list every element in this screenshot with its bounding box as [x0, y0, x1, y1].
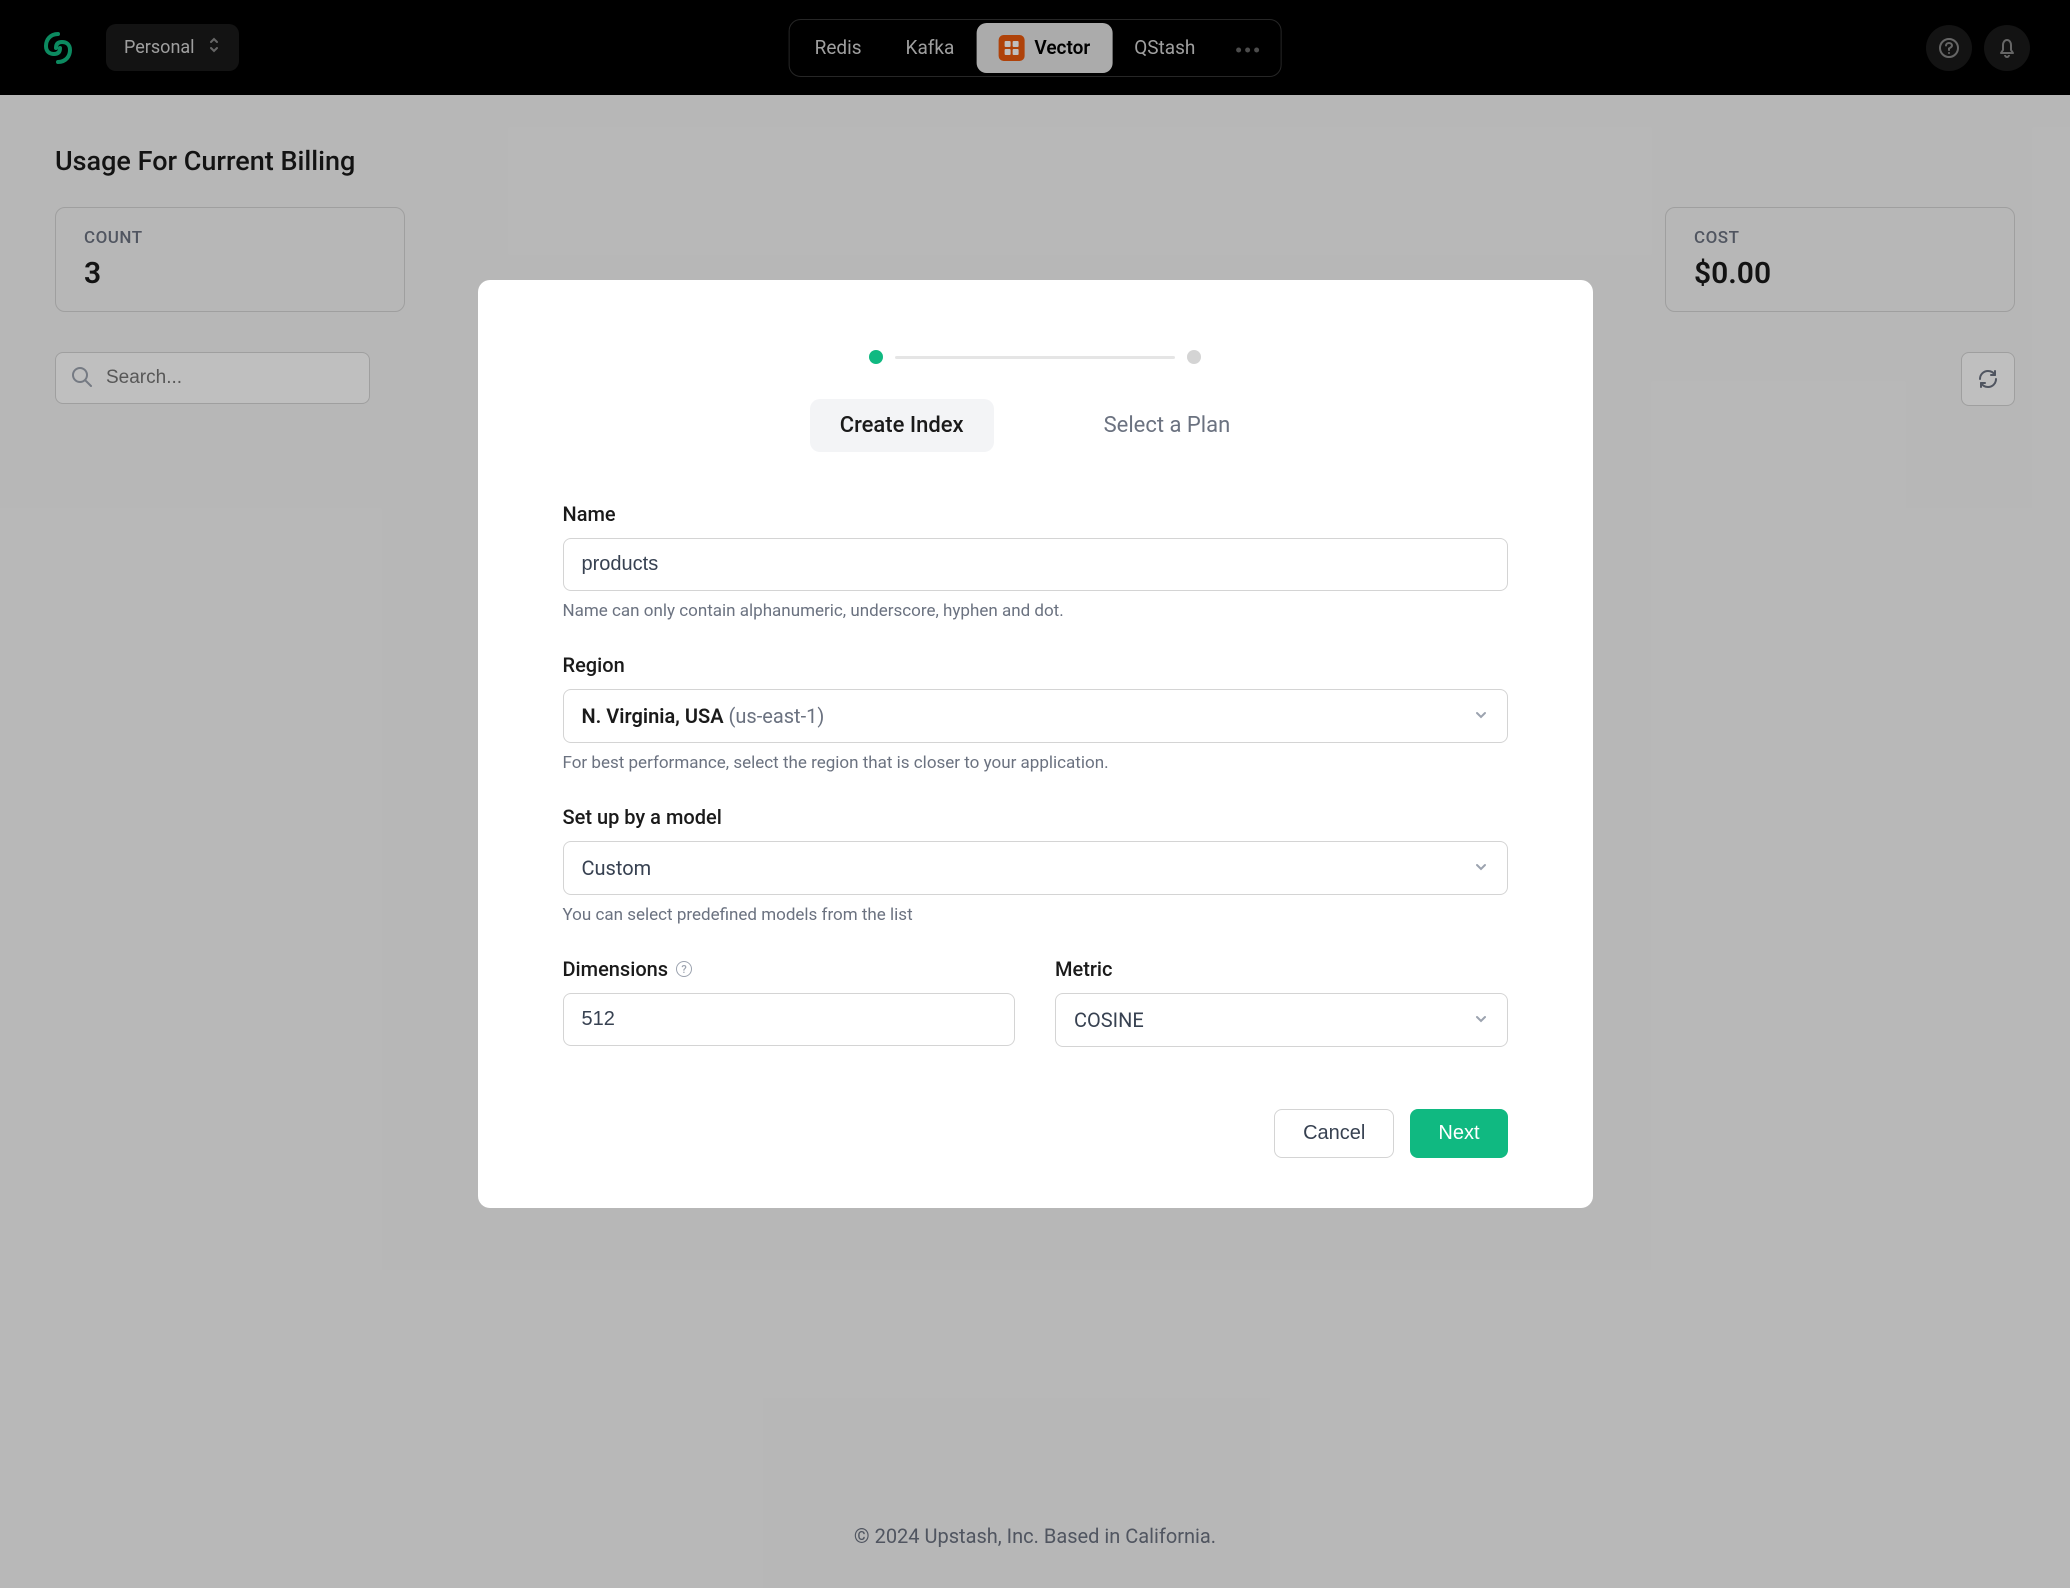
region-label: Region: [563, 653, 1508, 677]
step-labels: Create Index Select a Plan: [563, 399, 1508, 452]
step-create-index[interactable]: Create Index: [810, 399, 994, 452]
chevron-down-icon: [1473, 704, 1489, 728]
region-group: Region N. Virginia, USA (us-east-1) For …: [563, 653, 1508, 773]
step-line: [895, 356, 1175, 359]
next-button[interactable]: Next: [1410, 1109, 1507, 1158]
model-value: Custom: [582, 856, 652, 880]
metric-select[interactable]: COSINE: [1055, 993, 1508, 1047]
model-hint: You can select predefined models from th…: [563, 905, 1508, 925]
dimensions-group: Dimensions ?: [563, 957, 1016, 1047]
step-indicator: [563, 350, 1508, 364]
region-hint: For best performance, select the region …: [563, 753, 1508, 773]
step-dot-2: [1187, 350, 1201, 364]
dim-metric-row: Dimensions ? Metric COSINE: [563, 957, 1508, 1079]
region-name: N. Virginia, USA: [582, 704, 724, 728]
name-label: Name: [563, 502, 1508, 526]
create-index-modal: Create Index Select a Plan Name Name can…: [478, 280, 1593, 1208]
region-select[interactable]: N. Virginia, USA (us-east-1): [563, 689, 1508, 743]
dimensions-label: Dimensions ?: [563, 957, 1016, 981]
chevron-down-icon: [1473, 1008, 1489, 1032]
metric-value: COSINE: [1074, 1008, 1144, 1032]
name-input[interactable]: [563, 538, 1508, 591]
metric-label: Metric: [1055, 957, 1508, 981]
step-select-plan[interactable]: Select a Plan: [1074, 399, 1261, 452]
model-label: Set up by a model: [563, 805, 1508, 829]
help-icon[interactable]: ?: [676, 961, 692, 977]
model-group: Set up by a model Custom You can select …: [563, 805, 1508, 925]
metric-group: Metric COSINE: [1055, 957, 1508, 1047]
dimensions-input[interactable]: [563, 993, 1016, 1046]
chevron-down-icon: [1473, 856, 1489, 880]
step-dot-1: [869, 350, 883, 364]
cancel-button[interactable]: Cancel: [1274, 1109, 1394, 1158]
dimensions-label-text: Dimensions: [563, 957, 669, 981]
modal-overlay: Create Index Select a Plan Name Name can…: [0, 0, 2070, 1588]
name-hint: Name can only contain alphanumeric, unde…: [563, 601, 1508, 621]
region-code: (us-east-1): [729, 704, 825, 728]
model-select[interactable]: Custom: [563, 841, 1508, 895]
name-group: Name Name can only contain alphanumeric,…: [563, 502, 1508, 621]
modal-footer: Cancel Next: [563, 1109, 1508, 1158]
